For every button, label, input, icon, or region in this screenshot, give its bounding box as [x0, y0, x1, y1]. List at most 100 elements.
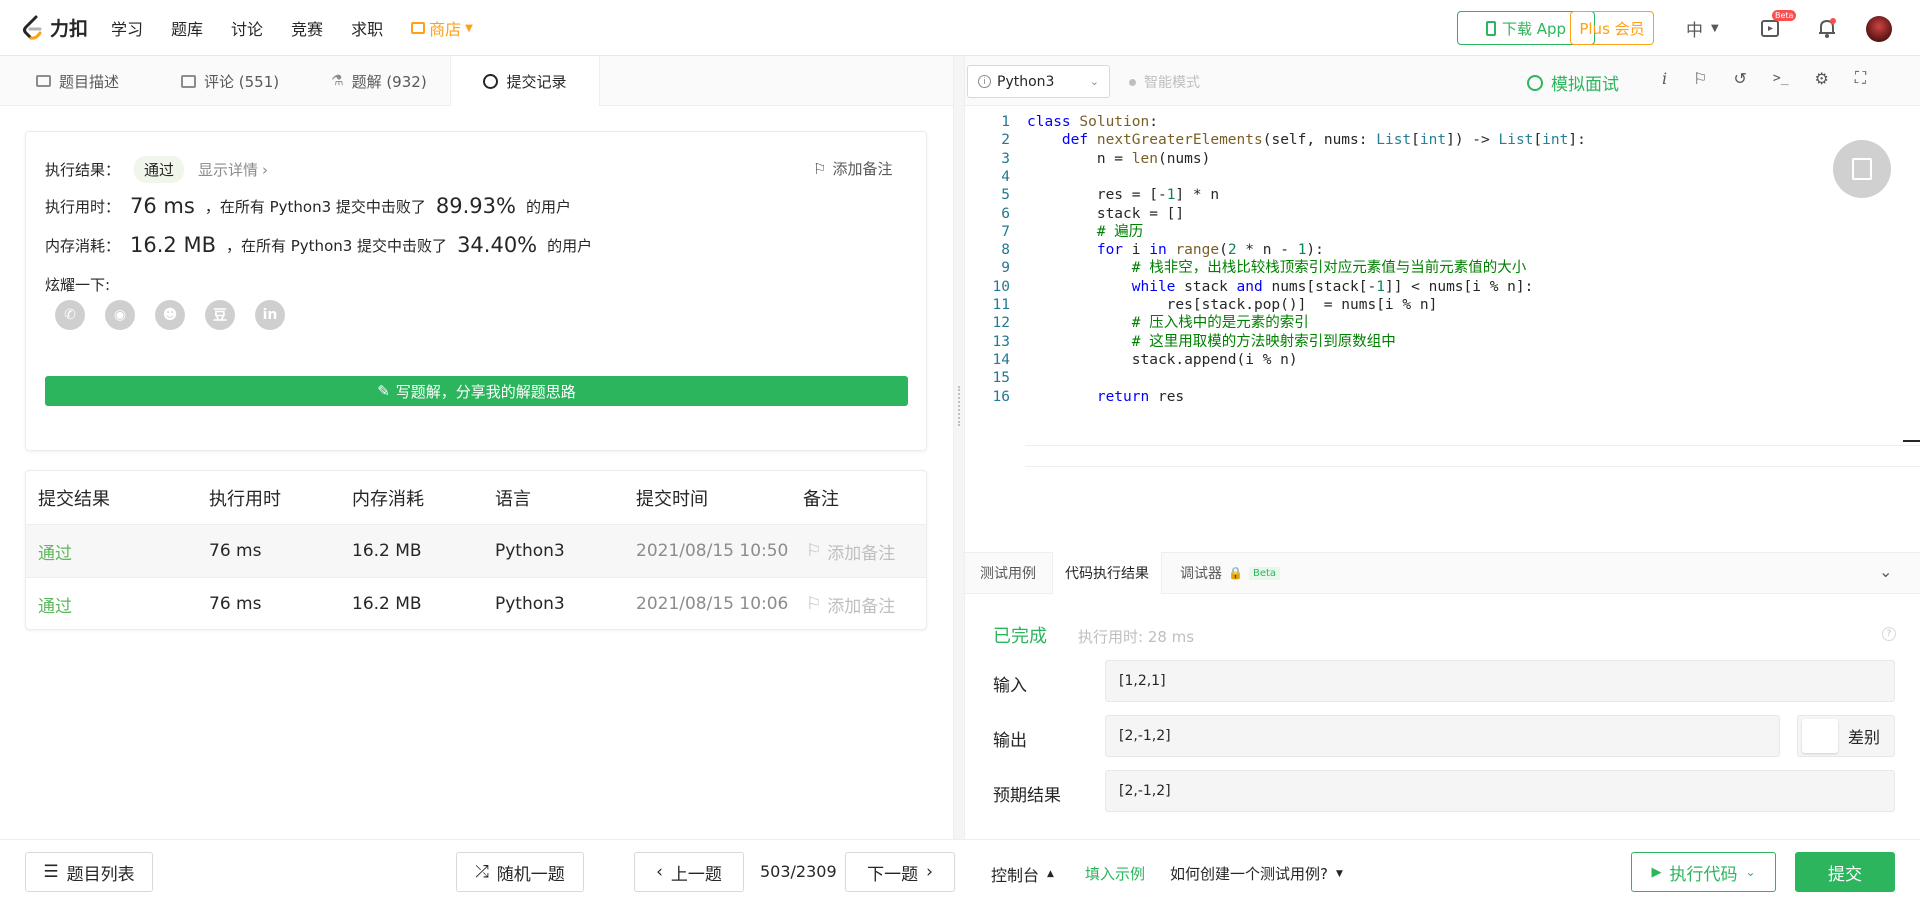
fill-example-link[interactable]: 填入示例 — [1085, 863, 1145, 884]
run-status: 已完成 — [993, 626, 1047, 647]
collapse-console-icon[interactable]: ⌄ — [1879, 562, 1892, 581]
row-result[interactable]: 通过 — [38, 592, 72, 617]
memory-percentile: 34.40% — [457, 233, 538, 257]
tab-label: 评论 (551) — [204, 72, 280, 91]
smart-mode-toggle[interactable]: 智能模式 — [1129, 72, 1200, 92]
submissions-table: 提交结果 执行用时 内存消耗 语言 提交时间 备注 通过 76 ms 16.2 … — [25, 470, 927, 630]
row-result[interactable]: 通过 — [38, 539, 72, 564]
avatar[interactable] — [1866, 16, 1892, 42]
tab-submissions[interactable]: 提交记录 — [450, 56, 600, 106]
table-row[interactable]: 通过 76 ms 16.2 MB Python3 2021/08/15 10:0… — [26, 577, 926, 630]
douban-icon[interactable]: 豆 — [205, 300, 235, 330]
nav-learn[interactable]: 学习 — [111, 16, 143, 40]
tab-solutions[interactable]: ⚗ 题解 (932) — [331, 56, 427, 106]
settings-icon[interactable]: ⚙ — [1815, 69, 1829, 88]
tab-run-result[interactable]: 代码执行结果 — [1052, 552, 1162, 594]
tab-description[interactable]: 题目描述 — [36, 56, 119, 106]
tab-testcase[interactable]: 测试用例 — [968, 552, 1048, 594]
console-toggle[interactable]: 控制台 ▲ — [991, 862, 1054, 886]
panel-resizer[interactable] — [953, 56, 965, 839]
code-line[interactable]: n = len(nums) — [1027, 148, 1211, 171]
how-create-label: 如何创建一个测试用例? — [1170, 865, 1328, 883]
weibo-icon[interactable]: ◉ — [105, 300, 135, 330]
nav-contest[interactable]: 竞赛 — [291, 16, 323, 40]
fullscreen-icon[interactable]: ⛶ — [1855, 68, 1866, 88]
chevron-right-icon: › — [926, 862, 933, 882]
problem-counter: 503/2309 — [760, 862, 837, 881]
playground-button[interactable]: Beta — [1760, 10, 1797, 43]
problem-list-button[interactable]: ☰ 题目列表 — [25, 852, 153, 892]
show-details-label: 显示详情 — [198, 161, 259, 179]
diff-toggle[interactable]: 差别 — [1797, 715, 1895, 757]
row-memory: 16.2 MB — [352, 541, 422, 561]
row-add-note[interactable]: ⚐ 添加备注 — [806, 592, 895, 617]
console-label: 控制台 — [991, 866, 1040, 885]
random-problem-button[interactable]: ⤮ 随机一题 — [456, 852, 584, 892]
flag-icon[interactable]: ⚐ — [1693, 69, 1707, 88]
random-label: 随机一题 — [496, 864, 565, 885]
nav-jobs[interactable]: 求职 — [351, 16, 383, 40]
current-line-highlight — [1025, 445, 1920, 467]
caret-up-icon: ▲ — [1047, 869, 1054, 879]
code-line[interactable]: stack.append(i % n) — [1027, 349, 1298, 372]
col-header-memory: 内存消耗 — [352, 488, 424, 510]
comment-icon — [181, 74, 196, 88]
row-note-label: 添加备注 — [827, 543, 896, 564]
tab-comments[interactable]: 评论 (551) — [181, 56, 279, 106]
submit-button[interactable]: 提交 — [1795, 852, 1895, 892]
write-solution-button[interactable]: ✎ 写题解，分享我的解题思路 — [45, 376, 908, 406]
chevron-down-icon: ⌄ — [1089, 75, 1099, 88]
prev-problem-button[interactable]: ‹ 上一题 — [634, 852, 744, 892]
memory-label: 内存消耗： — [45, 236, 121, 255]
language-value: Python3 — [997, 73, 1055, 90]
nav-problems[interactable]: 题库 — [171, 16, 203, 40]
mock-interview-label: 模拟面试 — [1551, 75, 1619, 95]
runtime-percentile: 89.93% — [435, 194, 516, 218]
info-italic-icon[interactable]: i — [1662, 69, 1667, 88]
flag-icon: ⚐ — [813, 159, 827, 178]
runtime-row: 执行用时： 76 ms ，在所有 Python3 提交中击败了 89.93% 的… — [45, 194, 571, 218]
tab-debugger[interactable]: 调试器 🔒 Beta — [1168, 552, 1292, 594]
add-note-button[interactable]: ⚐ 添加备注 — [813, 158, 892, 179]
expected-field: [2,-1,2] — [1105, 770, 1895, 812]
code-line[interactable]: return res — [1027, 386, 1184, 409]
pencil-icon: ✎ — [377, 382, 390, 400]
col-header-time: 提交时间 — [636, 488, 708, 510]
help-icon[interactable]: ? — [1882, 627, 1896, 641]
row-note-label: 添加备注 — [827, 596, 896, 617]
caret-down-icon: ▼ — [1335, 868, 1343, 879]
line-number: 16 — [992, 388, 1010, 405]
mock-interview-button[interactable]: 模拟面试 — [1527, 70, 1619, 95]
linkedin-icon[interactable]: in — [255, 300, 285, 330]
nav-shop[interactable]: 商店 ▼ — [411, 16, 473, 40]
language-select[interactable]: i Python3 ⌄ — [967, 65, 1110, 98]
show-details-link[interactable]: 显示详情 › — [198, 159, 268, 180]
memory-row: 内存消耗： 16.2 MB ，在所有 Python3 提交中击败了 34.40%… — [45, 233, 592, 257]
row-runtime: 76 ms — [209, 541, 262, 561]
memory-tail: 的用户 — [547, 236, 593, 255]
reset-icon[interactable]: ↺ — [1733, 69, 1746, 88]
row-add-note[interactable]: ⚐ 添加备注 — [806, 539, 895, 564]
next-problem-button[interactable]: 下一题 › — [845, 852, 955, 892]
how-create-testcase-link[interactable]: 如何创建一个测试用例? ▼ — [1170, 863, 1343, 884]
wechat-icon[interactable]: ✆ — [55, 300, 85, 330]
terminal-icon[interactable]: >_ — [1773, 71, 1789, 86]
table-row[interactable]: 通过 76 ms 16.2 MB Python3 2021/08/15 10:5… — [26, 524, 926, 577]
output-field: [2,-1,2] — [1105, 715, 1780, 757]
col-header-runtime: 执行用时 — [209, 488, 281, 510]
nav-discuss[interactable]: 讨论 — [231, 16, 263, 40]
expected-label: 预期结果 — [993, 786, 1061, 806]
logo[interactable]: 力扣 — [22, 14, 88, 41]
run-code-button[interactable]: ▶ 执行代码 ⌄ — [1631, 852, 1776, 892]
col-header-language: 语言 — [495, 488, 531, 510]
shop-icon — [411, 22, 426, 34]
drag-handle-icon — [958, 386, 960, 426]
language-switcher[interactable]: 中 ▼ — [1686, 16, 1719, 41]
notifications-button[interactable] — [1816, 17, 1838, 43]
qq-icon[interactable]: ☻ — [155, 300, 185, 330]
plus-member-button[interactable]: Plus 会员 — [1570, 11, 1654, 45]
output-label: 输出 — [993, 731, 1027, 751]
leetcode-logo-icon — [23, 15, 42, 40]
notes-button[interactable] — [1833, 140, 1891, 198]
input-label: 输入 — [993, 676, 1027, 696]
